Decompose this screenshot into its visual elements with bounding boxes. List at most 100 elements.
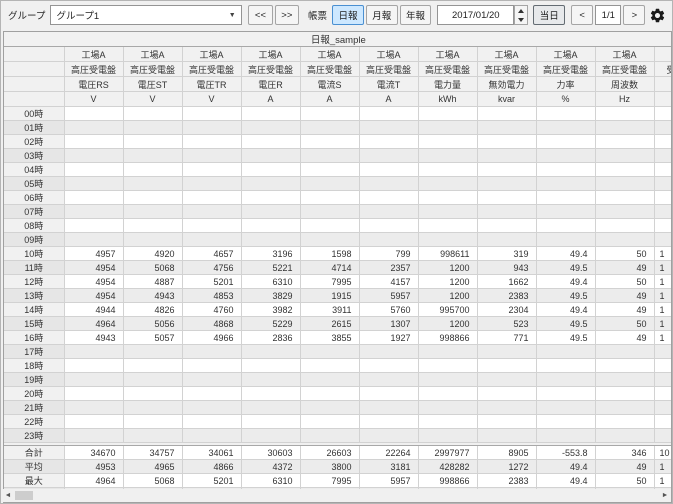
column-header-panel: 高圧受電盤 [595,61,655,77]
scroll-left-icon[interactable]: ◄ [2,492,14,499]
column-header-factory: 工場A [241,46,301,62]
cell: 2304 [477,302,537,317]
cell [64,400,124,415]
table-row: 14時 4944 4826 4760 3982 3911 5760 995700 2304 49.… [4,302,671,317]
cell [241,358,301,373]
cell [477,372,537,387]
header-corner [4,61,65,77]
column-header-panel: 高圧受電盤 [182,61,242,77]
cell [418,400,478,415]
cell [359,358,419,373]
cell [123,358,183,373]
clipped-column-header [654,46,671,62]
column-header-factory: 工場A [64,46,124,62]
clipped-cell [654,162,671,177]
cell: 3196 [241,246,301,261]
monthly-report-button[interactable]: 月報 [365,5,398,25]
page-prev-button[interactable]: < [571,5,594,25]
cell [536,232,596,247]
date-spinner[interactable] [514,5,529,25]
table-row: 03時 [4,148,671,163]
cell: 771 [477,330,537,345]
cell [359,428,419,443]
row-label: 19時 [4,372,65,387]
cell: 4964 [64,316,124,331]
cell: 523 [477,316,537,331]
cell: 49.5 [536,288,596,303]
spinner-up-icon[interactable] [515,6,527,15]
cell [123,176,183,191]
yearly-report-button[interactable]: 年報 [399,5,432,25]
column-header-panel: 高圧受電盤 [123,61,183,77]
page-next-button[interactable]: > [623,5,646,25]
cell: 2383 [477,473,537,488]
cell [241,414,301,429]
cell [64,372,124,387]
table-row: 02時 [4,134,671,149]
cell: 2383 [477,288,537,303]
header-corner [4,76,65,92]
cell: 1598 [300,246,360,261]
scroll-right-icon[interactable]: ► [659,492,671,499]
cell [241,372,301,387]
cell [595,386,655,401]
group-select[interactable]: グループ1 ▼ [50,5,243,25]
cell: 49.4 [536,246,596,261]
cell: 49.5 [536,260,596,275]
cell [477,400,537,415]
date-field[interactable]: 2017/01/20 [437,5,515,25]
spinner-down-icon[interactable] [515,15,527,24]
cell [300,190,360,205]
cell [64,344,124,359]
cell: 4866 [182,459,242,474]
cell [418,190,478,205]
column-header-measure: 力率 [536,76,596,92]
table-row: 01時 [4,120,671,135]
column-header-panel: 高圧受電盤 [241,61,301,77]
cell [123,386,183,401]
table-row: 20時 [4,386,671,401]
daily-report-button[interactable]: 日報 [332,5,364,25]
cell: 49.4 [536,473,596,488]
cell [182,414,242,429]
cell: 1927 [359,330,419,345]
row-label: 11時 [4,260,65,275]
clipped-cell [654,190,671,205]
cell [536,358,596,373]
cell [182,428,242,443]
cell: 5056 [123,316,183,331]
prev-group-button[interactable]: << [248,5,273,25]
cell [300,148,360,163]
column-header-unit: V [182,91,242,107]
clipped-cell [654,232,671,247]
cell [595,218,655,233]
header-corner [4,91,65,107]
table-row: 23時 [4,428,671,443]
cell [300,372,360,387]
cell [477,176,537,191]
cell [123,218,183,233]
cell: 4868 [182,316,242,331]
cell: 1200 [418,260,478,275]
cell: 4954 [64,288,124,303]
cell [595,190,655,205]
group-label: グループ [8,11,46,22]
horizontal-scrollbar[interactable]: ◄ ► [2,489,671,502]
cell: 5201 [182,274,242,289]
row-label: 01時 [4,120,65,135]
scrollbar-thumb[interactable] [15,491,33,500]
cell [300,134,360,149]
row-label: 平均 [4,459,65,474]
cell: 4853 [182,288,242,303]
cell [359,386,419,401]
table-row: 06時 [4,190,671,205]
cell: 5201 [182,473,242,488]
next-group-button[interactable]: >> [274,5,300,25]
cell: 50 [595,316,655,331]
cell: 34670 [64,445,124,460]
cell: 49 [595,330,655,345]
settings-button[interactable] [647,4,668,26]
clipped-column-header: 受 [654,61,671,77]
today-button[interactable]: 当日 [533,5,566,25]
cell [536,106,596,121]
